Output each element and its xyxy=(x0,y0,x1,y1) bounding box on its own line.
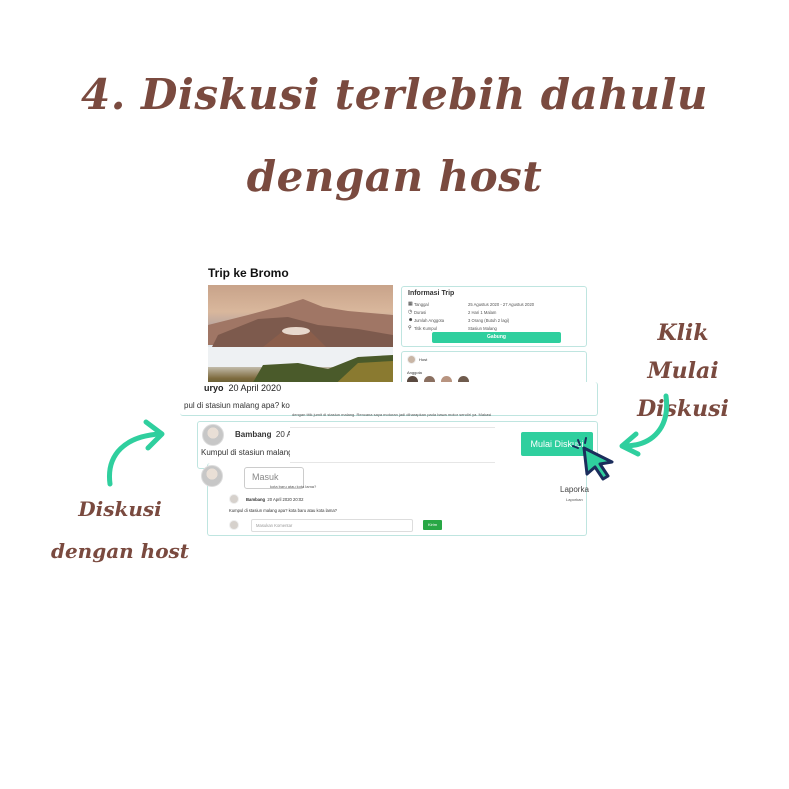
page-title-line-2: dengan host xyxy=(246,152,543,201)
comment-overlay-text: dengan titik jumit di stasiun malang. Re… xyxy=(292,412,492,417)
comment-author: uryo 20 April 2020 xyxy=(204,383,282,393)
host-avatar[interactable] xyxy=(407,355,416,364)
host-row: Host xyxy=(407,355,427,364)
members-label: Anggota xyxy=(407,370,422,375)
info-label: Durasi xyxy=(414,309,427,315)
report-link[interactable]: Laporka xyxy=(560,485,589,494)
comment-text: Kumpul di stasiun malang a xyxy=(201,448,300,457)
host-label: Host xyxy=(419,357,428,362)
join-button[interactable]: Gabung xyxy=(432,332,561,343)
reply-text: Kumpul di stasiun malang apa? kota baru … xyxy=(229,508,338,513)
reply-author: Bambang 20 April 2020 20:02 xyxy=(246,497,304,502)
reply-input[interactable]: Masukan Komentar xyxy=(251,519,413,532)
annotation-line: Diskusi xyxy=(78,497,162,521)
compose-card: Masuk kota baru atau kota lama? Laporka … xyxy=(201,463,589,536)
info-value: 3 Orang (Butuh 2 lagi) xyxy=(468,317,510,323)
info-row-members: ☻ Jumlah Anggota 3 Orang (Butuh 2 lagi) xyxy=(408,316,580,324)
comment-card-1: uryo 20 April 2020 pul di stasiun malang… xyxy=(180,382,598,417)
info-row-duration: ◷ Durasi 2 Hari 1 Malam xyxy=(408,308,580,316)
info-value: 25 Agustus 2020 - 27 Agustus 2020 xyxy=(468,301,535,307)
avatar[interactable] xyxy=(229,494,239,504)
trip-info-title: Informasi Trip xyxy=(408,290,455,297)
avatar[interactable] xyxy=(229,520,239,530)
avatar[interactable] xyxy=(201,465,223,487)
compose-tiny-text: kota baru atau kota lama? xyxy=(270,484,317,489)
overlay-strip xyxy=(290,427,495,463)
annotation-line: dengan host xyxy=(50,539,190,563)
info-label: Titik Kumpul xyxy=(414,325,437,331)
comment-author: Bambang 20 Ap xyxy=(235,430,297,439)
annotation-line: Klik xyxy=(657,320,709,346)
send-button[interactable]: Kirim xyxy=(423,520,442,530)
avatar[interactable] xyxy=(202,424,224,446)
trip-photo xyxy=(208,285,393,391)
info-row-date: ▦ Tanggal 25 Agustus 2020 - 27 Agustus 2… xyxy=(408,300,580,308)
curved-arrow-icon xyxy=(107,419,165,487)
curved-arrow-icon xyxy=(619,393,670,457)
info-label: Tanggal xyxy=(414,301,429,307)
info-row-meeting-point: ⚲ Titik Kumpul Stasiun Malang xyxy=(408,324,580,332)
info-value: Stasiun Malang xyxy=(468,325,497,331)
trip-info-card: Informasi Trip ▦ Tanggal 25 Agustus 2020… xyxy=(401,286,587,347)
report-link-small[interactable]: Laporkan xyxy=(566,497,583,502)
info-value: 2 Hari 1 Malam xyxy=(468,309,497,315)
annotation-discuss-host: Diskusi dengan host xyxy=(40,488,200,572)
comment-text: pul di stasiun malang apa? ko xyxy=(184,401,290,410)
info-label: Jumlah Anggota xyxy=(414,317,445,323)
page-title-line-1: 4. Diskusi terlebih dahulu xyxy=(81,70,708,119)
trip-title: Trip ke Bromo xyxy=(208,266,289,280)
